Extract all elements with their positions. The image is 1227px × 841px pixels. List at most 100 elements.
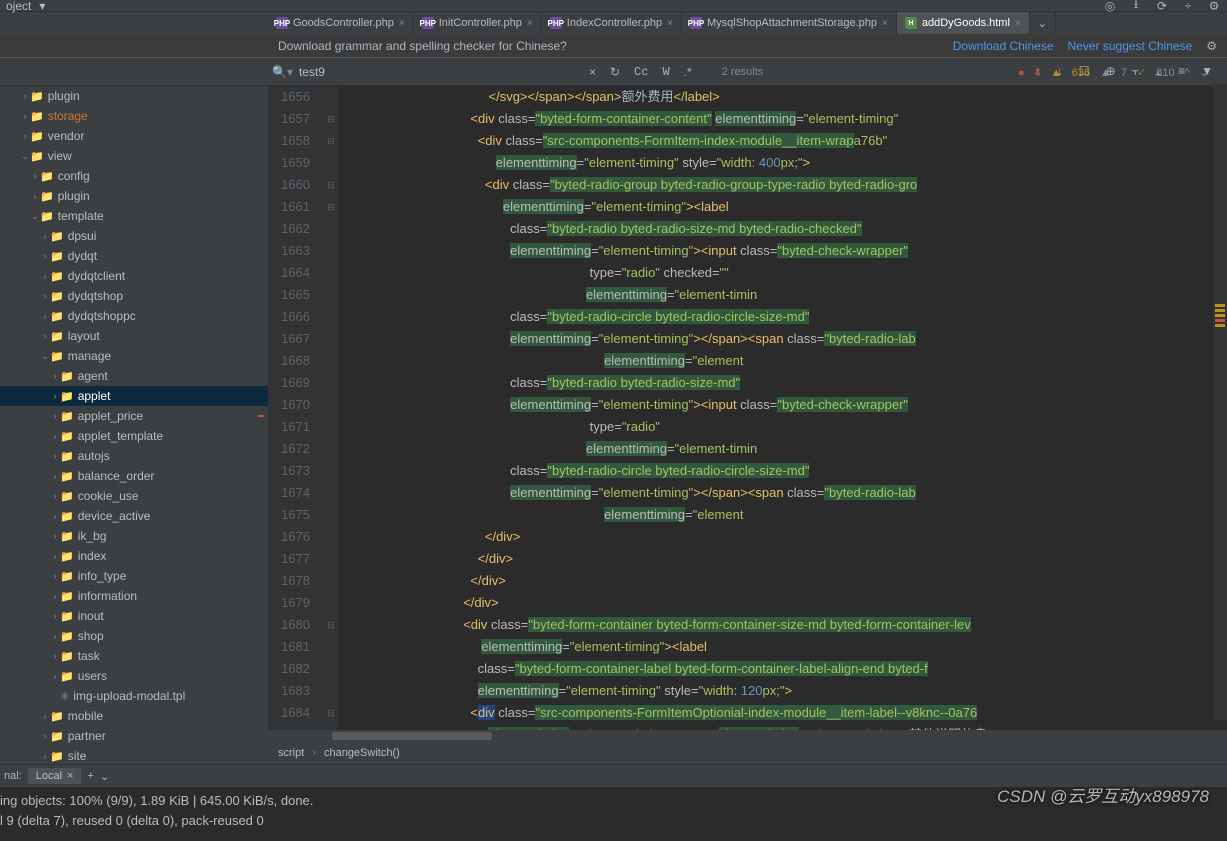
close-icon[interactable]: ×	[67, 770, 73, 782]
top-toolbar: oject ▾ ◎ ⭳ ⟳ ÷ ⚙	[0, 0, 1227, 12]
breadcrumb-function[interactable]: changeSwitch()	[324, 747, 400, 759]
download-chinese-link[interactable]: Download Chinese	[953, 39, 1054, 53]
tree-item-mobile[interactable]: ›📁mobile	[0, 706, 268, 726]
tree-item-dydqtshoppc[interactable]: ›📁dydqtshoppc	[0, 306, 268, 326]
match-case-toggle[interactable]: Cc	[630, 65, 652, 79]
php-icon: PHP	[276, 17, 288, 29]
tree-item-layout[interactable]: ›📁layout	[0, 326, 268, 346]
tree-item-cookie_use[interactable]: ›📁cookie_use	[0, 486, 268, 506]
chevron-down-icon: ⌄	[1038, 17, 1047, 30]
search-input[interactable]	[299, 65, 579, 79]
typo-icon: ✓	[1137, 66, 1146, 79]
breadcrumb-script[interactable]: script	[278, 747, 304, 759]
php-icon: PHP	[690, 17, 702, 29]
project-label: oject	[6, 0, 31, 13]
code-editor[interactable]: 1656165716581659166016611662166316641665…	[268, 86, 1227, 764]
close-find-icon[interactable]: ×	[585, 65, 600, 79]
tree-item-applet_template[interactable]: ›📁applet_template	[0, 426, 268, 446]
php-icon: PHP	[422, 17, 434, 29]
typo-count: 810	[1156, 67, 1174, 79]
code-area[interactable]: </svg></span></span>额外费用</label> <div cl…	[338, 86, 1227, 730]
words-toggle[interactable]: W	[658, 65, 673, 79]
tree-item-info_type[interactable]: ›📁info_type	[0, 566, 268, 586]
tree-item-storage[interactable]: ›📁storage	[0, 106, 268, 126]
tree-item-inout[interactable]: ›📁inout	[0, 606, 268, 626]
breadcrumb[interactable]: script › changeSwitch()	[268, 742, 1227, 764]
tree-item-task[interactable]: ›📁task	[0, 646, 268, 666]
warning-icon: ▲	[1051, 67, 1062, 79]
tree-item-ik_bg[interactable]: ›📁ik_bg	[0, 526, 268, 546]
close-icon[interactable]: ×	[527, 18, 533, 29]
line-gutter: 1656165716581659166016611662166316641665…	[268, 86, 324, 730]
tree-item-shop[interactable]: ›📁shop	[0, 626, 268, 646]
error-icon: ●	[1018, 67, 1025, 79]
tree-item-dydqtclient[interactable]: ›📁dydqtclient	[0, 266, 268, 286]
watermark: CSDN @云罗互动yx898978	[997, 782, 1209, 807]
regex-toggle[interactable]: .*	[680, 65, 696, 79]
tree-item-applet_price[interactable]: ›📁applet_price	[0, 406, 268, 426]
terminal-dropdown-icon[interactable]: ⌄	[100, 770, 109, 783]
results-count: 2 results	[722, 66, 764, 78]
tree-item-plugin[interactable]: ›📁plugin	[0, 86, 268, 106]
tree-item-applet[interactable]: ›📁applet	[0, 386, 268, 406]
history-icon[interactable]: ↻	[606, 65, 624, 79]
tab-add-dy-goods[interactable]: HaddDyGoods.html×	[897, 12, 1030, 34]
tree-item-index[interactable]: ›📁index	[0, 546, 268, 566]
close-icon[interactable]: ×	[882, 18, 888, 29]
close-icon[interactable]: ×	[399, 18, 405, 29]
search-icon[interactable]: 🔍▾	[272, 65, 293, 79]
project-dropdown-icon[interactable]: ▾	[39, 0, 45, 13]
tab-index-controller[interactable]: PHPIndexController.php×	[542, 12, 682, 34]
tree-item-information[interactable]: ›📁information	[0, 586, 268, 606]
project-tree[interactable]: ›📁plugin›📁storage›📁vendor⌄📁view›📁config›…	[0, 86, 268, 764]
tree-item-manage[interactable]: ⌄📁manage	[0, 346, 268, 366]
tree-item-dydqt[interactable]: ›📁dydqt	[0, 246, 268, 266]
tree-item-config[interactable]: ›📁config	[0, 166, 268, 186]
tree-item-autojs[interactable]: ›📁autojs	[0, 446, 268, 466]
editor-tabs: PHPGoodsController.php× PHPInitControlle…	[0, 12, 1227, 34]
tree-item-users[interactable]: ›📁users	[0, 666, 268, 686]
divide-icon[interactable]: ÷	[1181, 0, 1195, 13]
locate-icon[interactable]: ◎	[1103, 0, 1117, 13]
gear-icon[interactable]: ⚙	[1206, 39, 1217, 53]
tree-item-img-upload-modal.tpl[interactable]: ✳img-upload-modal.tpl	[0, 686, 268, 706]
tree-item-view[interactable]: ⌄📁view	[0, 146, 268, 166]
chevron-up-icon[interactable]: ^	[1185, 67, 1190, 79]
inspection-indicators[interactable]: ● 4 ▲ 636 ▲ 7 ✓ 810 ^ ⌄	[1018, 66, 1209, 79]
tree-item-device_active[interactable]: ›📁device_active	[0, 506, 268, 526]
tree-item-vendor[interactable]: ›📁vendor	[0, 126, 268, 146]
tree-item-agent[interactable]: ›📁agent	[0, 366, 268, 386]
close-icon[interactable]: ×	[1015, 18, 1021, 29]
close-icon[interactable]: ×	[667, 18, 673, 29]
never-suggest-link[interactable]: Never suggest Chinese	[1068, 39, 1193, 53]
tree-item-site[interactable]: ›📁site	[0, 746, 268, 764]
tree-item-partner[interactable]: ›📁partner	[0, 726, 268, 746]
error-count: 4	[1035, 67, 1041, 79]
settings-icon[interactable]: ⚙	[1207, 0, 1221, 13]
fold-column[interactable]: ⊟⊟⊟⊟⊟⊟	[324, 86, 338, 730]
tab-overflow[interactable]: ⌄	[1030, 12, 1056, 34]
download-icon[interactable]: ⭳	[1129, 0, 1143, 13]
tab-mysql-shop[interactable]: PHPMysqlShopAttachmentStorage.php×	[682, 12, 897, 34]
tree-item-plugin[interactable]: ›📁plugin	[0, 186, 268, 206]
scrollbar-thumb[interactable]	[332, 732, 492, 740]
tree-item-dydqtshop[interactable]: ›📁dydqtshop	[0, 286, 268, 306]
notification-bar: Download grammar and spelling checker fo…	[0, 34, 1227, 58]
add-terminal-icon[interactable]: +	[87, 770, 93, 782]
tab-goods-controller[interactable]: PHPGoodsController.php×	[268, 12, 414, 34]
chevron-down-icon[interactable]: ⌄	[1200, 66, 1209, 79]
terminal-tab-local[interactable]: Local×	[28, 768, 82, 784]
html-icon: H	[905, 17, 917, 29]
horizontal-scrollbar[interactable]	[268, 730, 1227, 742]
tab-init-controller[interactable]: PHPInitController.php×	[414, 12, 542, 34]
warning-count: 636	[1072, 67, 1090, 79]
tree-item-template[interactable]: ⌄📁template	[0, 206, 268, 226]
chevron-right-icon: ›	[312, 747, 316, 759]
weak-count: 7	[1121, 67, 1127, 79]
php-icon: PHP	[550, 17, 562, 29]
error-stripe[interactable]	[1213, 84, 1227, 720]
refresh-icon[interactable]: ⟳	[1155, 0, 1169, 13]
weak-warning-icon: ▲	[1100, 67, 1111, 79]
tree-item-balance_order[interactable]: ›📁balance_order	[0, 466, 268, 486]
tree-item-dpsui[interactable]: ›📁dpsui	[0, 226, 268, 246]
